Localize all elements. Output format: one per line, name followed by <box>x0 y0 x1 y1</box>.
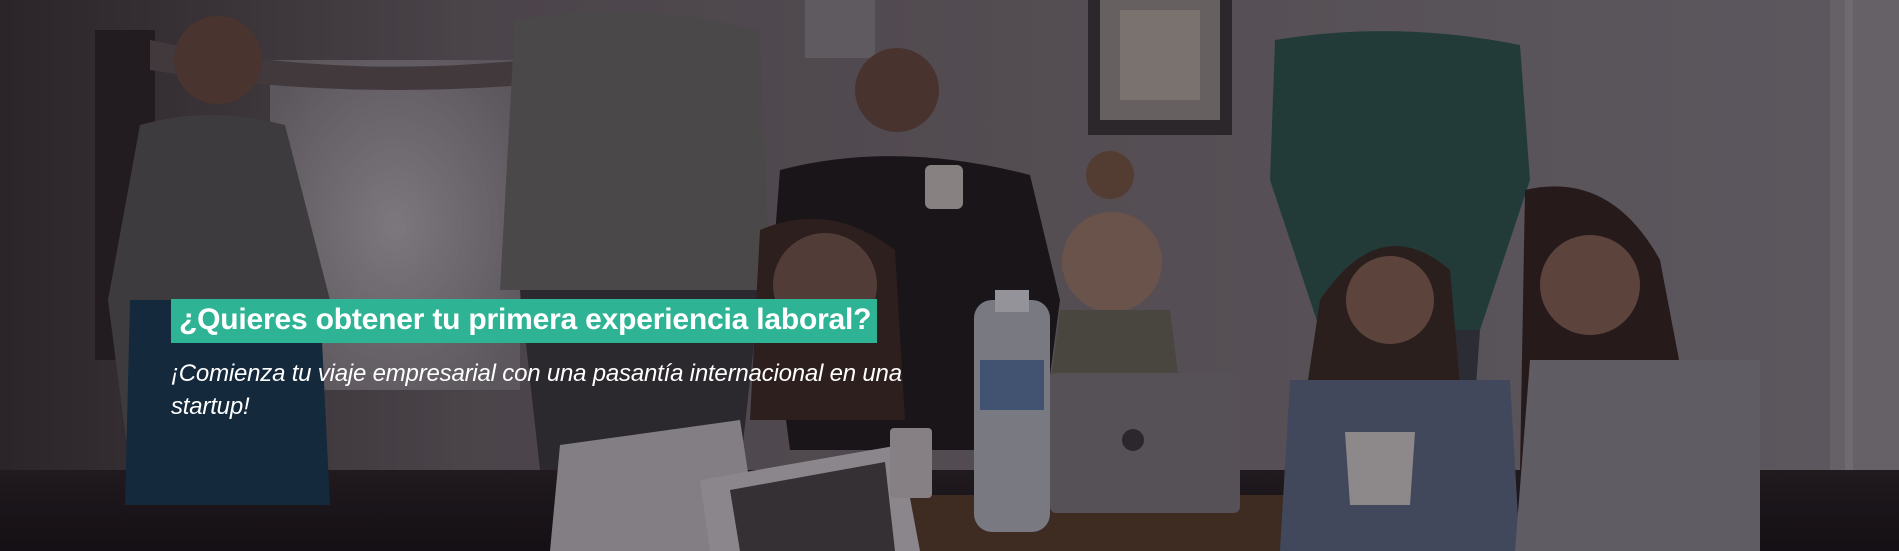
headline-highlight: ¿Quieres obtener tu primera experiencia … <box>171 299 878 343</box>
hero-banner: ¿Quieres obtener tu primera experiencia … <box>0 0 1899 551</box>
hero-dark-overlay <box>0 0 1899 551</box>
hero-text-block: ¿Quieres obtener tu primera experiencia … <box>171 299 951 423</box>
hero-headline: ¿Quieres obtener tu primera experiencia … <box>179 303 872 336</box>
hero-subtitle: ¡Comienza tu viaje empresarial con una p… <box>171 360 902 420</box>
